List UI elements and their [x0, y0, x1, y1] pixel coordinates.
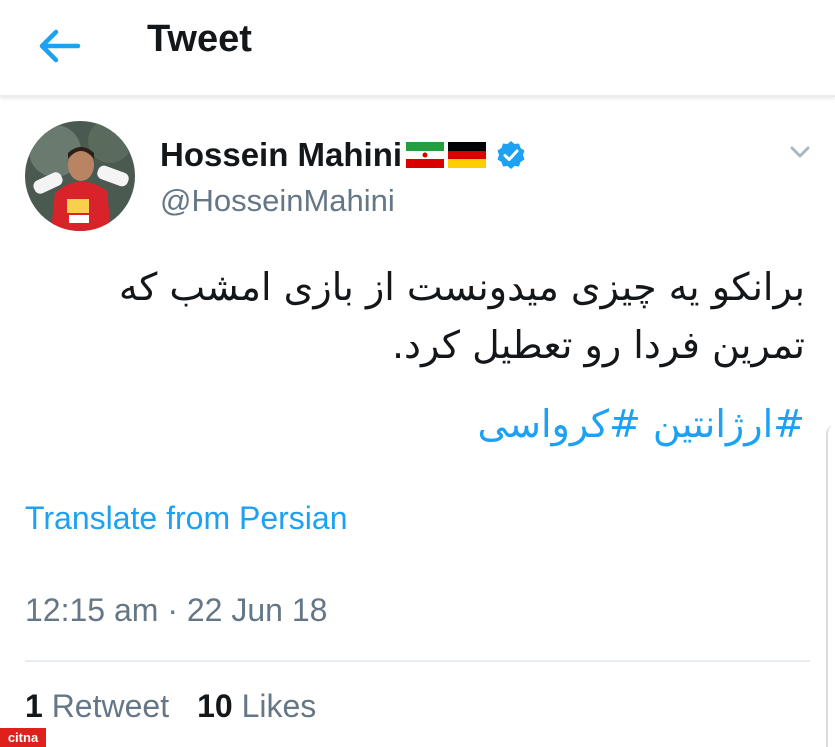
author-handle[interactable]: @HosseinMahini — [160, 183, 395, 219]
chevron-down-icon — [790, 146, 810, 158]
tweet-stats: 1 Retweet 10 Likes — [25, 688, 316, 725]
retweets-count: 1 — [25, 688, 43, 724]
likes-label: Likes — [241, 688, 317, 724]
avatar[interactable] — [25, 121, 135, 231]
retweets-stat[interactable]: 1 Retweet — [25, 688, 169, 725]
author-display-name[interactable]: Hossein Mahini — [160, 136, 402, 174]
scroll-edge — [826, 425, 835, 747]
arrow-left-icon — [39, 29, 81, 63]
author-name-row: Hossein Mahini — [160, 133, 526, 177]
likes-count: 10 — [197, 688, 233, 724]
translate-link[interactable]: Translate from Persian — [25, 500, 347, 537]
iran-flag-icon — [406, 142, 445, 168]
tweet-text-line: تمرین فردا رو تعطیل کرد. — [391, 323, 805, 367]
likes-stat[interactable]: 10 Likes — [197, 688, 316, 725]
tweet-options-button[interactable] — [786, 140, 814, 164]
top-bar: Tweet — [0, 0, 835, 97]
avatar-image — [25, 121, 135, 231]
tweet-timestamp: 12:15 am · 22 Jun 18 — [25, 592, 328, 628]
tweet-text: برانکو یه چیزی میدونست از بازی امشب که ت… — [25, 258, 805, 374]
back-button[interactable] — [34, 24, 86, 68]
retweets-label: Retweet — [51, 688, 170, 724]
hashtag-link[interactable]: #کرواسی — [477, 402, 640, 446]
watermark-logo: citna — [0, 728, 46, 747]
tweet-hashtags: #ارژانتین #کرواسی — [25, 395, 805, 453]
hashtag-link[interactable]: #ارژانتین — [653, 402, 805, 446]
verified-badge-icon — [497, 141, 525, 169]
tweet-text-line: برانکو یه چیزی میدونست از بازی امشب که — [118, 265, 805, 309]
germany-flag-icon — [448, 142, 487, 168]
page-title: Tweet — [147, 18, 252, 60]
divider — [25, 660, 810, 662]
